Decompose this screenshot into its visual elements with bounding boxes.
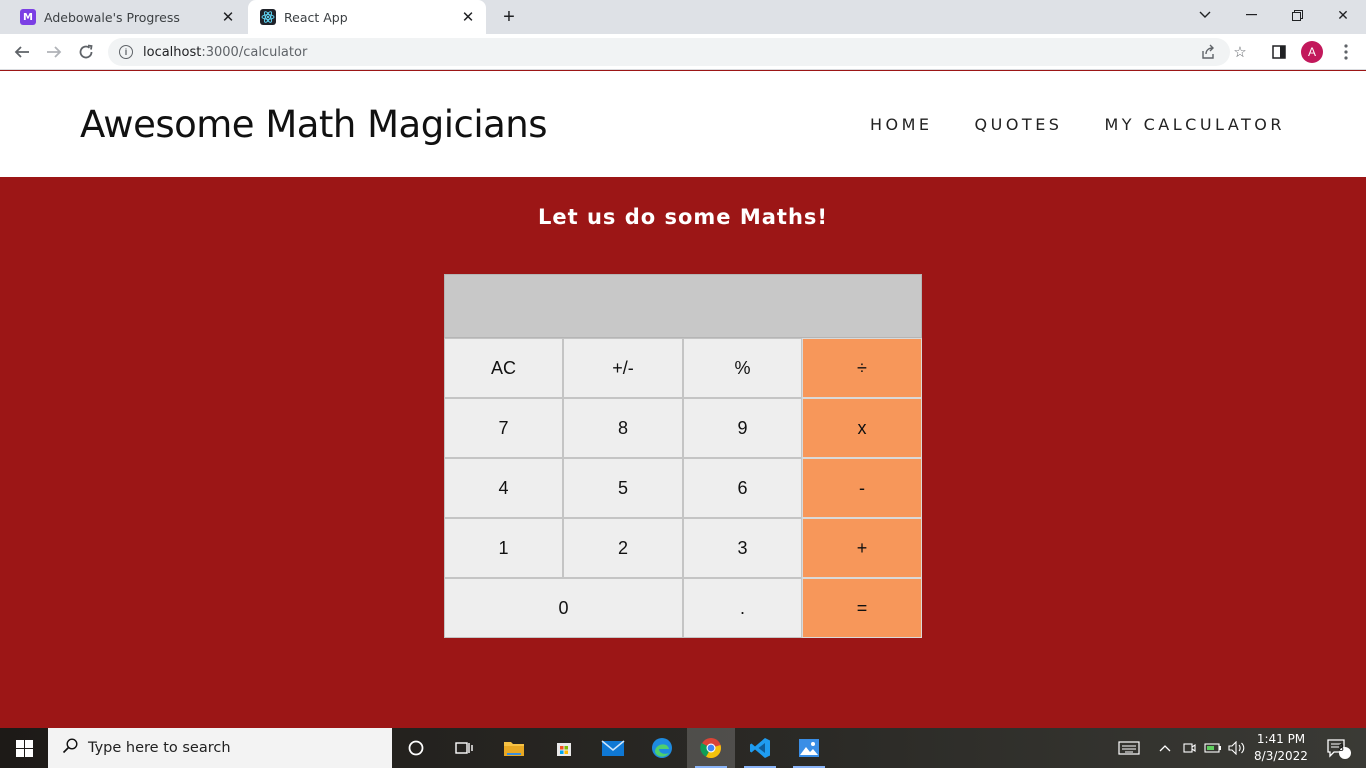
touch-keyboard-icon[interactable]	[1114, 728, 1144, 768]
key-7[interactable]: 7	[444, 398, 563, 458]
site-header: Awesome Math Magicians HOME QUOTES MY CA…	[0, 71, 1366, 177]
notion-m-icon: M	[20, 9, 36, 25]
key-equals[interactable]: =	[802, 578, 922, 638]
key-6[interactable]: 6	[683, 458, 802, 518]
nav-link-quotes[interactable]: QUOTES	[975, 115, 1063, 134]
chrome-icon[interactable]	[687, 728, 735, 768]
key-1[interactable]: 1	[444, 518, 563, 578]
key-9[interactable]: 9	[683, 398, 802, 458]
close-tab-icon[interactable]: ✕	[458, 7, 478, 27]
profile-avatar[interactable]: A	[1301, 41, 1323, 63]
restore-window-icon[interactable]	[1274, 0, 1320, 30]
key-subtract[interactable]: -	[802, 458, 922, 518]
address-url: localhost:3000/calculator	[143, 45, 307, 60]
key-2[interactable]: 2	[563, 518, 683, 578]
vscode-icon[interactable]	[736, 728, 784, 768]
meet-now-icon[interactable]	[1178, 728, 1200, 768]
browser-menu-icon[interactable]	[1336, 42, 1356, 62]
windows-start-icon[interactable]	[0, 728, 48, 768]
search-icon	[62, 737, 78, 759]
microsoft-store-icon[interactable]	[540, 728, 588, 768]
mail-icon[interactable]	[589, 728, 637, 768]
reload-icon[interactable]	[73, 39, 99, 65]
url-path: :3000/calculator	[201, 44, 308, 60]
key-0[interactable]: 0	[444, 578, 683, 638]
taskbar-clock[interactable]: 1:41 PM 8/3/2022	[1250, 731, 1312, 765]
site-info-icon[interactable]: i	[119, 45, 133, 59]
back-arrow-icon[interactable]	[9, 39, 35, 65]
task-view-icon[interactable]	[440, 728, 488, 768]
key-percent[interactable]: %	[683, 338, 802, 398]
photos-icon[interactable]	[785, 728, 833, 768]
key-3[interactable]: 3	[683, 518, 802, 578]
browser-tab-bar: M Adebowale's Progress ✕ React App ✕ + ✕	[0, 0, 1366, 34]
clock-time: 1:41 PM	[1256, 732, 1306, 746]
side-panel-icon[interactable]	[1269, 42, 1289, 62]
taskbar-search-box[interactable]: Type here to search	[48, 728, 392, 768]
key-add[interactable]: +	[802, 518, 922, 578]
main-nav: HOME QUOTES MY CALCULATOR	[870, 115, 1285, 134]
share-icon[interactable]	[1198, 42, 1218, 62]
page-heading: Let us do some Maths!	[537, 205, 828, 229]
tab-title: Adebowale's Progress	[44, 9, 180, 25]
browser-toolbar: i localhost:3000/calculator ☆ A	[0, 34, 1366, 70]
address-bar[interactable]: i localhost:3000/calculator	[108, 38, 1230, 66]
close-window-icon[interactable]: ✕	[1320, 0, 1366, 30]
battery-icon[interactable]	[1202, 728, 1224, 768]
cortana-icon[interactable]	[392, 728, 440, 768]
key-5[interactable]: 5	[563, 458, 683, 518]
show-hidden-icons-chevron-icon[interactable]	[1154, 728, 1176, 768]
key-4[interactable]: 4	[444, 458, 563, 518]
nav-link-home[interactable]: HOME	[870, 115, 933, 134]
react-icon	[260, 9, 276, 25]
url-host: localhost	[143, 44, 202, 60]
key-8[interactable]: 8	[563, 398, 683, 458]
brand-title: Awesome Math Magicians	[80, 103, 548, 146]
volume-icon[interactable]	[1226, 728, 1248, 768]
browser-tab-progress[interactable]: M Adebowale's Progress ✕	[8, 0, 246, 34]
nav-link-my-calculator[interactable]: MY CALCULATOR	[1104, 115, 1285, 134]
forward-arrow-icon[interactable]	[41, 39, 67, 65]
search-placeholder: Type here to search	[88, 740, 231, 756]
tab-search-chevron-icon[interactable]	[1182, 0, 1228, 30]
notification-count: 3	[1338, 743, 1344, 754]
key-ac[interactable]: AC	[444, 338, 563, 398]
bookmark-star-icon[interactable]: ☆	[1230, 42, 1250, 62]
key-plus-minus[interactable]: +/-	[563, 338, 683, 398]
minimize-window-icon[interactable]	[1228, 0, 1274, 30]
file-explorer-icon[interactable]	[490, 728, 538, 768]
tab-title: React App	[284, 9, 348, 25]
close-tab-icon[interactable]: ✕	[218, 7, 238, 27]
clock-date: 8/3/2022	[1254, 749, 1308, 763]
calculator-display	[444, 274, 922, 338]
windows-taskbar: Type here to search 1:41 PM 8/3/2022 3	[0, 728, 1366, 768]
calculator-keypad: AC +/- % ÷ 7 8 9 x 4 5 6 - 1 2 3 + 0 . =	[444, 338, 922, 638]
key-divide[interactable]: ÷	[802, 338, 922, 398]
notifications-icon[interactable]: 3	[1318, 728, 1358, 768]
browser-tab-react-app[interactable]: React App ✕	[248, 0, 486, 34]
calculator: AC +/- % ÷ 7 8 9 x 4 5 6 - 1 2 3 + 0 . =	[444, 274, 922, 638]
key-multiply[interactable]: x	[802, 398, 922, 458]
edge-browser-icon[interactable]	[638, 728, 686, 768]
key-decimal[interactable]: .	[683, 578, 802, 638]
new-tab-button[interactable]: +	[498, 6, 520, 28]
calculator-section: Let us do some Maths! AC +/- % ÷ 7 8 9 x…	[0, 177, 1366, 728]
